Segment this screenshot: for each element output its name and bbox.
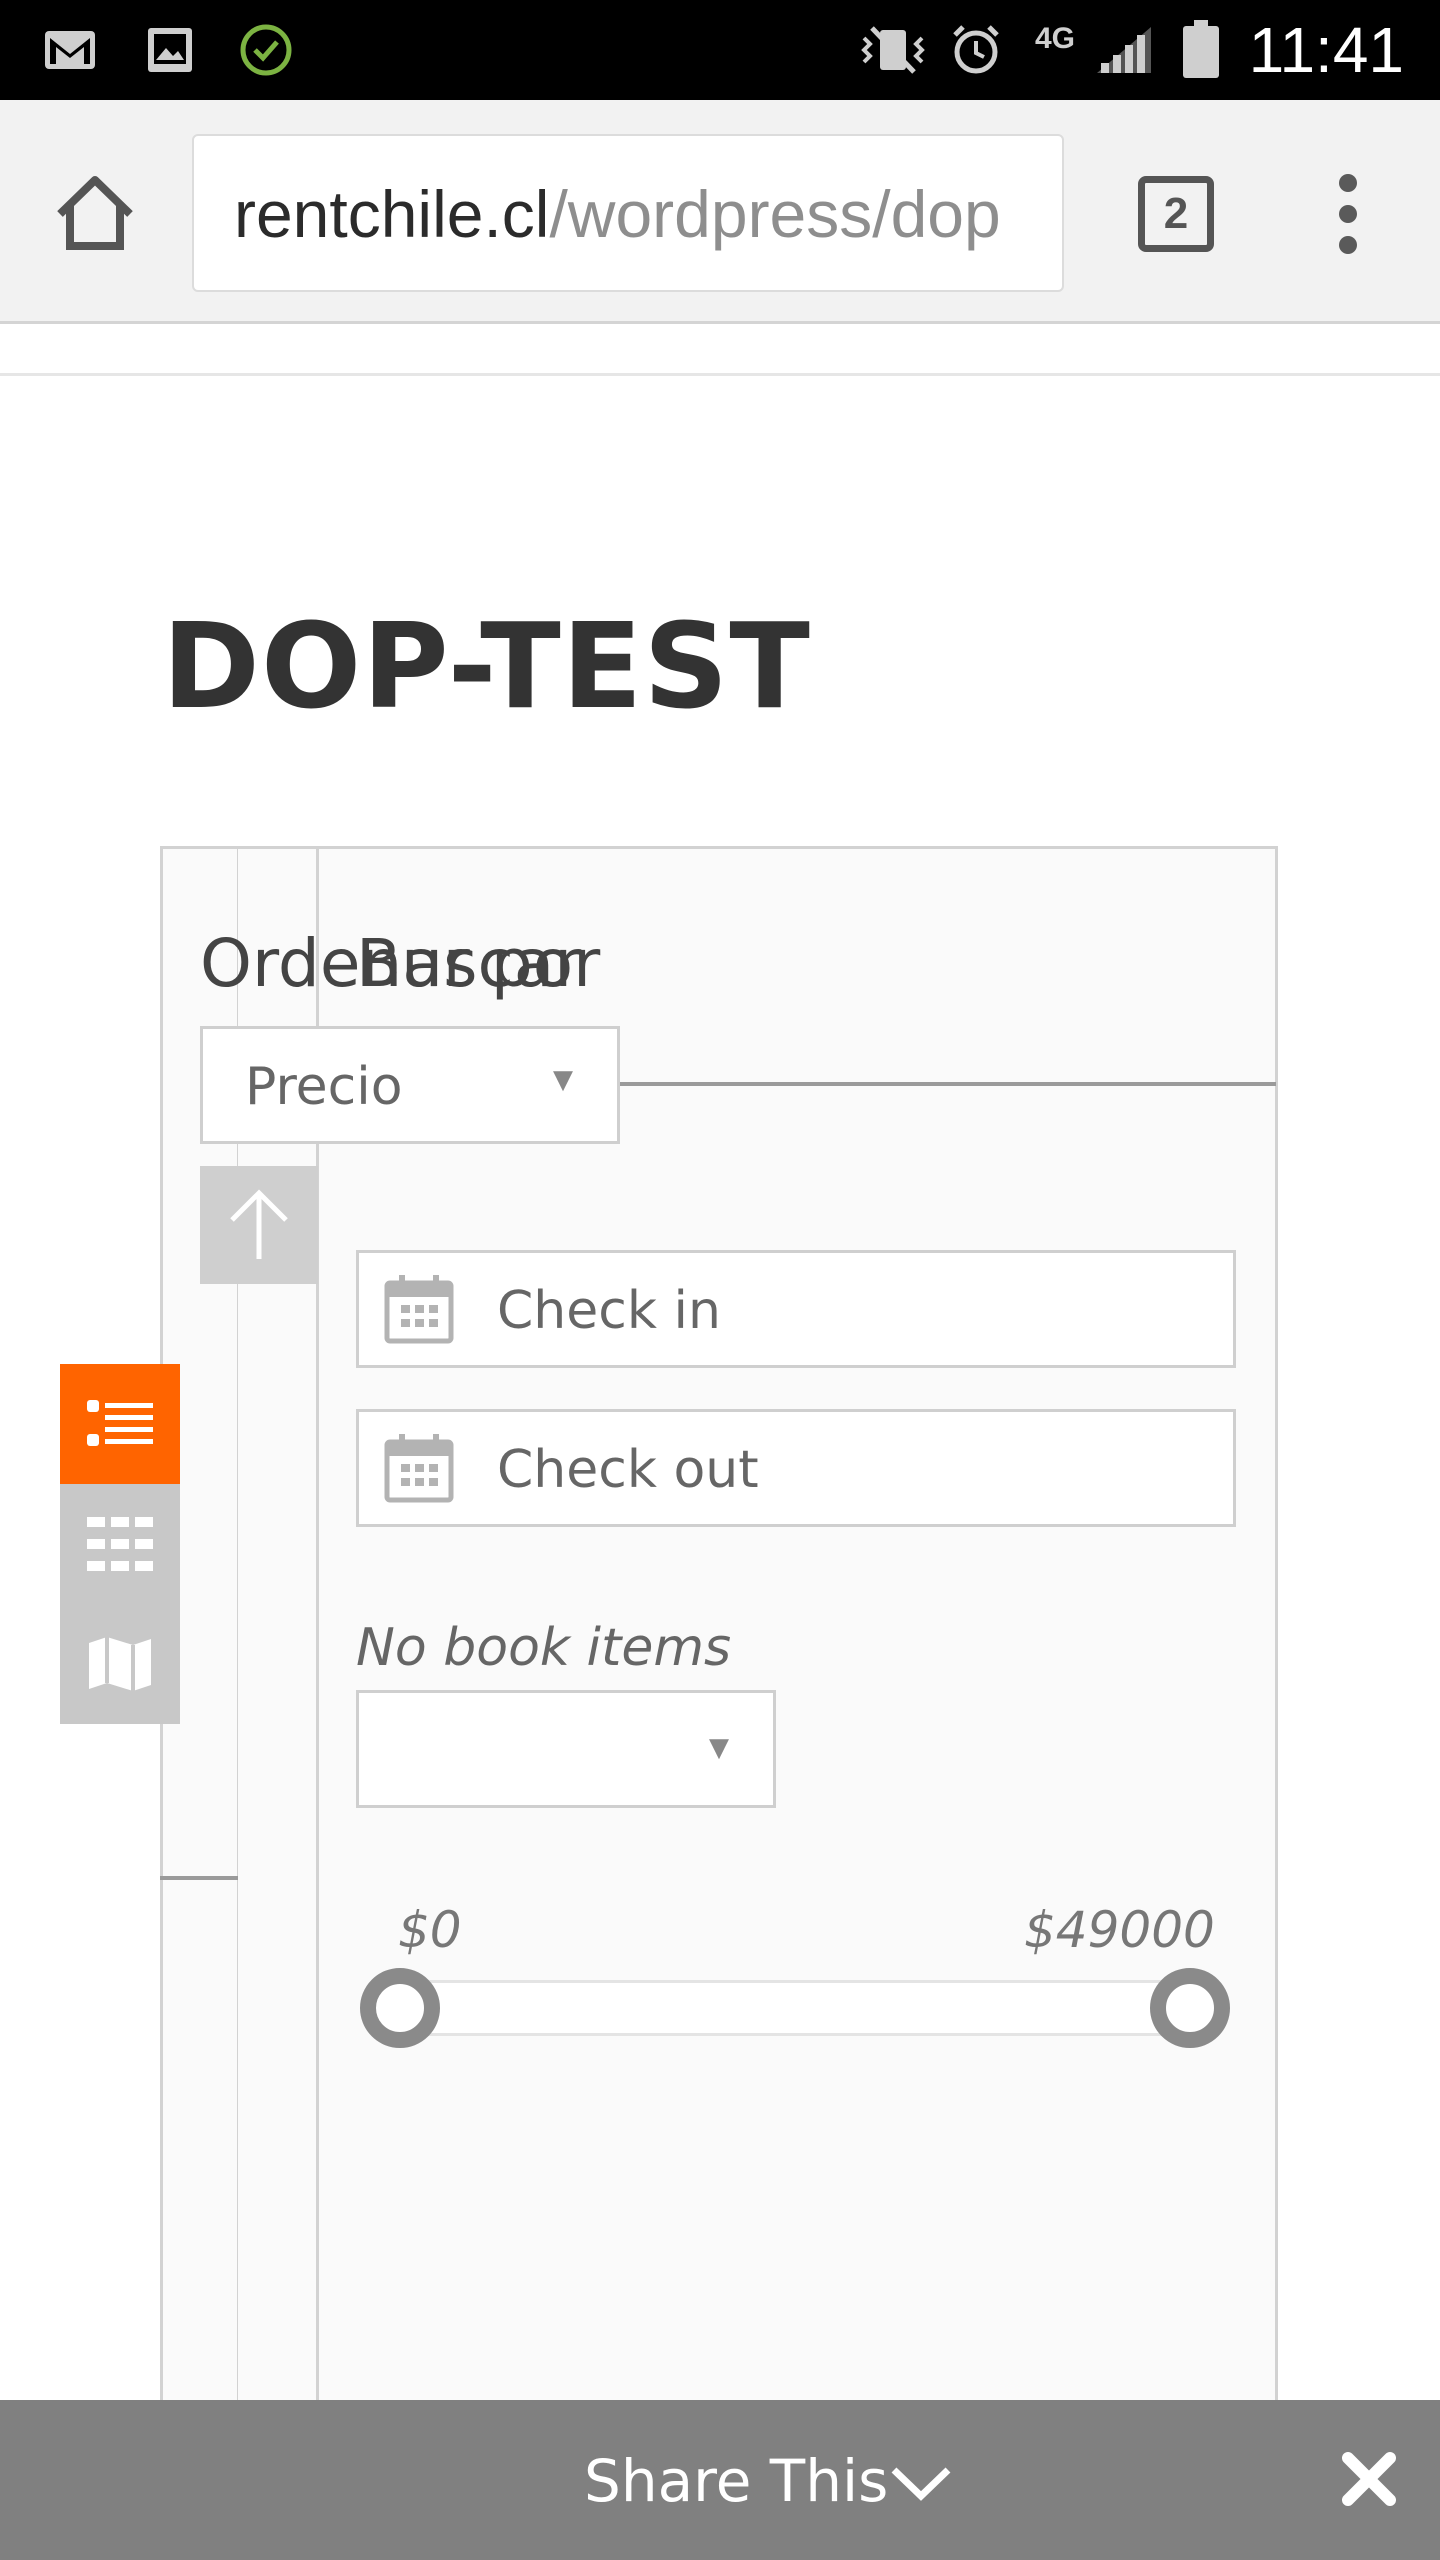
gmail-icon [42, 22, 98, 78]
browser-toolbar: rentchile.cl/wordpress/dop 2 [0, 100, 1440, 324]
url-path: /wordpress/dop [549, 177, 1001, 251]
home-icon[interactable] [52, 170, 138, 256]
sort-select[interactable]: Precio ▼ [200, 1026, 620, 1144]
url-bar[interactable]: rentchile.cl/wordpress/dop [192, 134, 1064, 292]
map-view-button[interactable] [60, 1604, 180, 1724]
header-divider [0, 373, 1440, 376]
url-domain: rentchile.cl [234, 177, 550, 251]
tab-switcher-button[interactable]: 2 [1138, 176, 1214, 252]
search-title-underline [620, 1082, 1276, 1086]
alarm-icon [948, 22, 1004, 78]
status-bar: 4G 11:41 [0, 0, 1440, 100]
price-range-track[interactable] [400, 1980, 1190, 2036]
share-label: Share This [584, 2447, 889, 2515]
gallery-icon [142, 22, 198, 78]
network-4g-label: 4G [1034, 22, 1076, 55]
price-min-handle[interactable] [360, 1968, 440, 2048]
check-in-field[interactable]: Check in [356, 1250, 1236, 1368]
no-book-items-label: No book items [356, 1618, 732, 1678]
view-switcher [60, 1364, 180, 1724]
chevron-down-icon[interactable] [888, 2458, 954, 2508]
clock: 11:41 [1248, 14, 1404, 86]
close-icon[interactable] [1340, 2450, 1398, 2508]
overflow-menu-icon[interactable] [1326, 174, 1370, 254]
list-view-button[interactable] [60, 1364, 180, 1484]
price-max-label: $49000 [1024, 1901, 1215, 1959]
tab-count: 2 [1163, 189, 1189, 238]
sort-selected-value: Precio [245, 1057, 403, 1117]
check-out-placeholder: Check out [497, 1440, 759, 1500]
check-circle-icon [238, 22, 294, 78]
check-out-field[interactable]: Check out [356, 1409, 1236, 1527]
calendar-icon [384, 1275, 454, 1344]
chevron-down-icon: ▼ [553, 1065, 573, 1095]
sort-label: Ordenar por [200, 925, 601, 1002]
grid-view-icon [87, 1517, 153, 1571]
map-view-icon [89, 1637, 151, 1691]
price-min-label: $0 [398, 1901, 462, 1959]
list-view-icon [87, 1400, 153, 1446]
price-max-handle[interactable] [1150, 1968, 1230, 2048]
signal-icon [1092, 22, 1156, 78]
book-items-select[interactable]: ▼ [356, 1690, 776, 1808]
chevron-down-icon: ▼ [709, 1733, 729, 1763]
page-title: DOP-TEST [162, 597, 811, 735]
share-bar[interactable]: Share This [0, 2400, 1440, 2560]
battery-icon [1178, 20, 1224, 78]
check-in-placeholder: Check in [497, 1281, 721, 1341]
sort-panel-underline [160, 1876, 238, 1880]
vibrate-mute-icon [858, 22, 928, 78]
sort-direction-button[interactable] [200, 1166, 318, 1284]
calendar-icon [384, 1434, 454, 1503]
arrow-up-icon [230, 1189, 288, 1259]
grid-view-button[interactable] [60, 1484, 180, 1604]
